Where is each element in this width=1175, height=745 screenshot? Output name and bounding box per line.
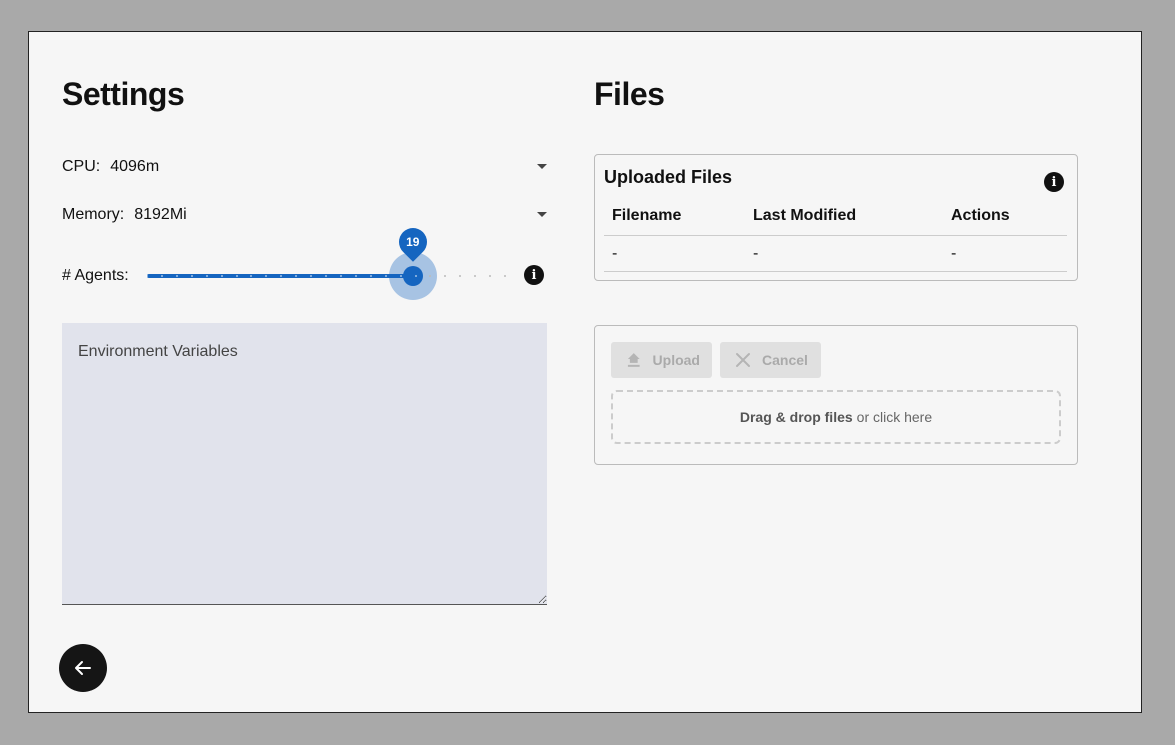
slider-step-mark bbox=[160, 275, 163, 277]
slider-step-mark bbox=[175, 275, 178, 277]
table-header-row: Filename Last Modified Actions bbox=[604, 197, 1067, 236]
slider-step-mark bbox=[146, 275, 148, 277]
slider-step-mark bbox=[354, 275, 357, 277]
environment-variables-input[interactable] bbox=[62, 323, 547, 605]
column-header-last-modified: Last Modified bbox=[745, 197, 943, 236]
column-header-filename: Filename bbox=[604, 197, 745, 236]
table-row: - - - bbox=[604, 235, 1067, 272]
slider-step-mark bbox=[220, 275, 223, 277]
files-title: Files bbox=[594, 76, 665, 112]
slider-step-mark bbox=[369, 275, 372, 277]
slider-step-mark bbox=[190, 275, 193, 277]
upload-button[interactable]: Upload bbox=[611, 342, 712, 378]
slider-step-mark bbox=[384, 275, 387, 277]
uploaded-files-panel: Uploaded Files i Filename Last Modified … bbox=[594, 154, 1078, 281]
slider-step-mark bbox=[339, 275, 342, 277]
cancel-button-label: Cancel bbox=[762, 352, 808, 368]
memory-label: Memory: bbox=[62, 206, 125, 223]
caret-down-icon bbox=[537, 164, 547, 169]
settings-title: Settings bbox=[62, 76, 185, 112]
dropzone-text: or click here bbox=[856, 409, 933, 425]
slider-step-mark bbox=[414, 275, 417, 277]
info-icon[interactable]: i bbox=[1044, 172, 1064, 192]
cancel-button[interactable]: Cancel bbox=[720, 342, 821, 378]
cpu-select[interactable]: CPU: 4096m bbox=[62, 153, 547, 181]
agents-slider[interactable]: 19 bbox=[146, 222, 506, 300]
back-button[interactable] bbox=[59, 644, 107, 692]
cpu-value: 4096m bbox=[110, 158, 160, 175]
cell-filename: - bbox=[604, 235, 745, 272]
slider-value-text: 19 bbox=[406, 235, 420, 250]
file-dropzone[interactable]: Drag & drop files or click here bbox=[611, 390, 1061, 444]
slider-step-mark bbox=[504, 275, 506, 277]
cpu-label: CPU: bbox=[62, 158, 101, 175]
close-icon bbox=[736, 353, 750, 367]
slider-step-mark bbox=[399, 275, 402, 277]
arrow-left-icon bbox=[75, 661, 91, 675]
memory-value: 8192Mi bbox=[134, 206, 187, 223]
info-icon[interactable]: i bbox=[524, 265, 544, 285]
cell-last-modified: - bbox=[745, 235, 943, 272]
settings-dialog: Settings CPU: 4096m Memory: 8192Mi # Age… bbox=[28, 31, 1142, 713]
slider-step-mark bbox=[325, 275, 327, 277]
upload-panel: Upload Cancel Drag & drop files or click… bbox=[594, 325, 1078, 465]
slider-step-mark bbox=[205, 275, 208, 277]
slider-step-mark bbox=[235, 275, 238, 277]
uploaded-files-table: Filename Last Modified Actions - - - bbox=[604, 197, 1067, 272]
caret-down-icon bbox=[537, 212, 547, 217]
uploaded-files-title: Uploaded Files bbox=[604, 167, 733, 187]
dropzone-bold-text: Drag & drop files bbox=[739, 409, 853, 425]
column-header-actions: Actions bbox=[943, 197, 1067, 236]
upload-icon bbox=[627, 353, 640, 367]
agents-label: # Agents: bbox=[62, 267, 129, 284]
cell-actions: - bbox=[943, 235, 1067, 272]
slider-thumb[interactable] bbox=[403, 266, 423, 286]
memory-select[interactable]: Memory: 8192Mi bbox=[62, 201, 547, 229]
upload-button-label: Upload bbox=[652, 352, 700, 368]
